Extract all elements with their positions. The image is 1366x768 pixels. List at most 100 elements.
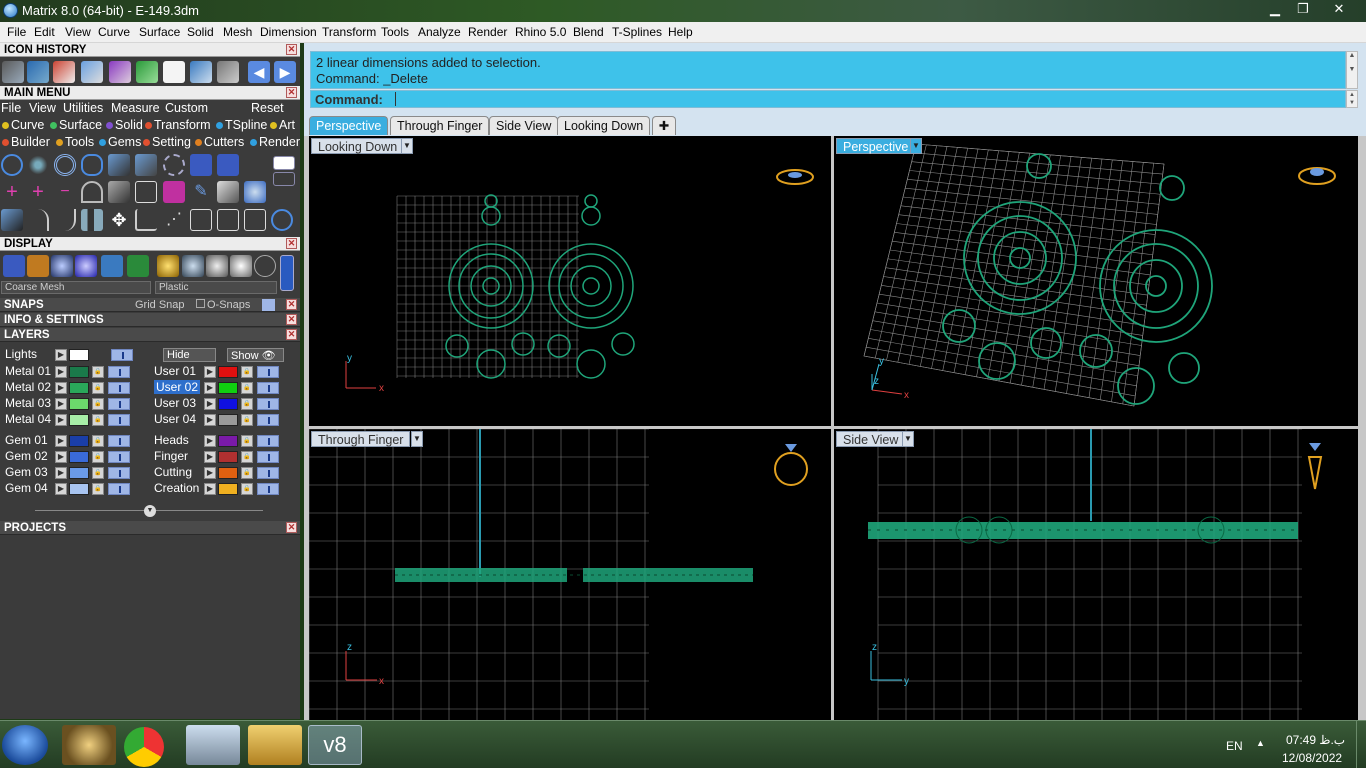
layer-color-swatch[interactable]	[69, 382, 89, 394]
expand-arrow-icon[interactable]: ▶	[55, 483, 67, 495]
explorer-icon[interactable]	[248, 725, 302, 765]
fan-tool-icon[interactable]: ⋰	[163, 209, 185, 231]
projects-header[interactable]: PROJECTS ✕	[0, 521, 300, 535]
layer-color-swatch[interactable]	[69, 467, 89, 479]
group-tool-icon[interactable]	[190, 209, 212, 231]
calculator-icon[interactable]	[186, 725, 240, 765]
layer-visibility-toggle[interactable]	[257, 382, 279, 394]
layer-visibility-toggle[interactable]	[108, 398, 130, 410]
tab-side-view[interactable]: Side View	[489, 116, 559, 135]
scale-tool-icon[interactable]	[135, 209, 157, 231]
menu-blend[interactable]: Blend	[573, 25, 604, 39]
gem-seat-tool-icon[interactable]	[163, 154, 185, 176]
close-icon[interactable]: ✕	[286, 87, 297, 98]
layer-color-swatch[interactable]	[69, 366, 89, 378]
info-settings-header[interactable]: INFO & SETTINGS ✕	[0, 313, 300, 327]
lock-icon[interactable]: 🔒	[241, 414, 253, 426]
mm-art[interactable]: Art	[270, 118, 295, 132]
mm-curve[interactable]: Curve	[2, 118, 44, 132]
viewport-perspective[interactable]: y z x Perspective ▼	[834, 136, 1358, 426]
grid-tool-icon[interactable]	[190, 61, 212, 83]
tab-looking-down[interactable]: Looking Down	[557, 116, 651, 135]
menu-mesh[interactable]: Mesh	[223, 25, 252, 39]
rendered-icon[interactable]	[75, 255, 97, 277]
menu-help[interactable]: Help	[668, 25, 693, 39]
remove-point-icon[interactable]: −	[54, 181, 76, 203]
menu-dimension[interactable]: Dimension	[260, 25, 317, 39]
layer-visibility-toggle[interactable]	[108, 382, 130, 394]
background-icon[interactable]	[127, 255, 149, 277]
ring-side-icon[interactable]	[1307, 443, 1323, 490]
snaps-header[interactable]: SNAPS Grid Snap O-Snaps ✕	[0, 298, 300, 312]
chain-tool-icon[interactable]	[135, 181, 157, 203]
lock-icon[interactable]: 🔒	[241, 483, 253, 495]
layer-name[interactable]: Creation	[154, 481, 199, 495]
hide-button[interactable]: Hide	[163, 348, 216, 362]
viewport-through-finger[interactable]: z x Through Finger ▼	[309, 429, 831, 720]
lock-icon[interactable]: 🔒	[92, 366, 104, 378]
mirror-tool-icon[interactable]	[81, 209, 103, 231]
snaps-toggle-icon[interactable]	[262, 299, 275, 311]
paint-icon[interactable]	[62, 725, 116, 765]
menu-analyze[interactable]: Analyze	[418, 25, 461, 39]
layer-visibility-toggle[interactable]	[257, 435, 279, 447]
menu-transform[interactable]: Transform	[322, 25, 376, 39]
mm-surface[interactable]: Surface	[50, 118, 102, 132]
layer-visibility-toggle[interactable]	[108, 467, 130, 479]
viewport-looking-down[interactable]: y x Looking Down ▼	[309, 136, 831, 426]
ring-orientation-icon[interactable]	[776, 169, 814, 185]
viewport-label-through-finger[interactable]: Through Finger	[311, 431, 411, 447]
expand-arrow-icon[interactable]: ▶	[204, 398, 216, 410]
mm-builder[interactable]: Builder	[2, 135, 50, 149]
menu-view[interactable]: View	[65, 25, 91, 39]
layer-color-swatch[interactable]	[69, 435, 89, 447]
layers-header[interactable]: LAYERS ✕	[0, 328, 300, 342]
viewport-dropdown-icon[interactable]: ▼	[411, 431, 423, 447]
pattern-tool-icon[interactable]	[217, 61, 239, 83]
viewport-dropdown-icon[interactable]: ▼	[902, 431, 914, 447]
layer-color-swatch[interactable]	[218, 366, 238, 378]
layer-visibility-toggle[interactable]	[108, 451, 130, 463]
material-select[interactable]: Plastic	[155, 281, 277, 294]
mm-render[interactable]: Render	[250, 135, 300, 149]
panel-toggle-2-icon[interactable]	[273, 172, 295, 186]
show-button[interactable]: Show 👁	[227, 348, 284, 362]
expand-arrow-icon[interactable]: ▶	[55, 467, 67, 479]
display-header[interactable]: DISPLAY ✕	[0, 237, 300, 251]
layer-visibility-toggle[interactable]	[257, 414, 279, 426]
lock-icon[interactable]: 🔒	[92, 414, 104, 426]
house-tool-icon[interactable]	[53, 61, 75, 83]
expand-arrow-icon[interactable]: ▶	[204, 451, 216, 463]
lock-icon[interactable]: 🔒	[241, 398, 253, 410]
mm-cutters[interactable]: Cutters	[195, 135, 244, 149]
history-scrollbar[interactable]: ▲ ▼	[1346, 51, 1358, 89]
layer-color-swatch[interactable]	[218, 382, 238, 394]
lock-icon[interactable]: 🔒	[241, 382, 253, 394]
environment-icon[interactable]	[101, 255, 123, 277]
expand-arrow-icon[interactable]: ▶	[204, 382, 216, 394]
layer-color-swatch[interactable]	[69, 414, 89, 426]
mm-gems[interactable]: Gems	[99, 135, 141, 149]
close-icon[interactable]: ✕	[286, 299, 297, 310]
move-tool-icon[interactable]: ✥	[108, 209, 130, 231]
lock-icon[interactable]: 🔒	[92, 398, 104, 410]
lock-icon[interactable]: 🔒	[241, 435, 253, 447]
grid-snap-toggle[interactable]: Grid Snap	[135, 298, 185, 312]
ring-orientation-icon[interactable]	[1298, 167, 1336, 185]
mm-solid[interactable]: Solid	[106, 118, 143, 132]
main-menu-header[interactable]: MAIN MENU ✕	[0, 86, 300, 100]
minimize-button[interactable]: ▁	[1262, 1, 1288, 19]
shank-tool-icon[interactable]	[81, 154, 103, 176]
mm-measure[interactable]: Measure	[111, 101, 160, 115]
mm-setting[interactable]: Setting	[143, 135, 191, 149]
menu-solid[interactable]: Solid	[187, 25, 214, 39]
collapse-icon[interactable]: ▼	[144, 505, 156, 517]
layer-name[interactable]: Gem 02	[5, 449, 48, 463]
menu-tools[interactable]: Tools	[381, 25, 409, 39]
silver-material-icon[interactable]	[182, 255, 204, 277]
lock-icon[interactable]: 🔒	[92, 382, 104, 394]
close-icon[interactable]: ✕	[286, 329, 297, 340]
cut-tool-icon[interactable]	[108, 181, 130, 203]
ghosted-icon[interactable]	[27, 255, 49, 277]
texture-tool-icon[interactable]	[163, 181, 185, 203]
